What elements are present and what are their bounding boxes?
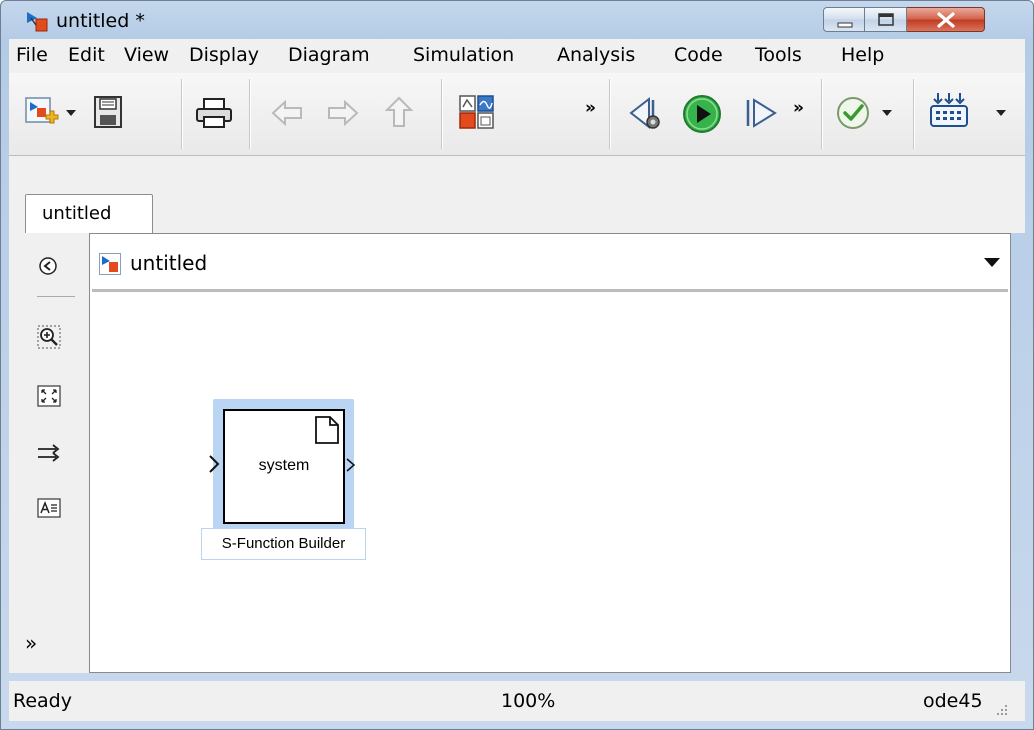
toolbar-overflow-button[interactable]: » [585, 98, 596, 118]
build-dropdown-icon[interactable] [995, 109, 1007, 117]
s-function-builder-block[interactable]: system [223, 409, 345, 524]
maximize-button[interactable] [865, 7, 907, 32]
menu-tools[interactable]: Tools [755, 44, 802, 66]
library-browser-icon[interactable] [459, 95, 495, 129]
chevron-down-icon[interactable] [984, 258, 1000, 268]
toolbar-separator [913, 79, 915, 149]
block-body-text: system [258, 457, 310, 474]
model-advisor-icon[interactable] [835, 95, 871, 131]
toolbar-separator [441, 79, 443, 149]
toolbar-overflow-button-2[interactable]: » [793, 98, 804, 118]
minimize-icon [837, 22, 853, 28]
signal-routing-icon[interactable] [37, 443, 63, 463]
hide-browser-icon[interactable] [37, 255, 59, 277]
status-bar: Ready 100% ode45 [9, 681, 1025, 721]
status-message: Ready [13, 690, 72, 712]
forward-icon[interactable] [327, 99, 359, 127]
simulink-model-icon [99, 253, 121, 275]
block-name: S-Function Builder [221, 535, 346, 552]
print-icon[interactable] [195, 97, 233, 129]
toolbar-separator [609, 79, 611, 149]
step-back-icon[interactable] [627, 95, 669, 133]
resize-grip-icon[interactable] [995, 703, 1009, 717]
fit-to-view-icon[interactable] [37, 385, 61, 407]
solver-name[interactable]: ode45 [923, 690, 983, 712]
menu-analysis[interactable]: Analysis [557, 44, 635, 66]
palette-divider [37, 296, 75, 297]
close-button[interactable] [907, 7, 985, 32]
menu-code[interactable]: Code [674, 44, 723, 66]
menu-file[interactable]: File [16, 44, 48, 66]
model-advisor-dropdown-icon[interactable] [881, 109, 893, 117]
close-icon [937, 12, 955, 28]
menu-simulation[interactable]: Simulation [413, 44, 514, 66]
toolbar-separator [249, 79, 251, 149]
new-model-dropdown-icon[interactable] [65, 109, 77, 117]
model-address-bar[interactable]: untitled [92, 236, 1008, 292]
palette-more-button[interactable]: » [25, 631, 37, 655]
tab-label: untitled [42, 203, 112, 224]
zoom-level: 100% [501, 690, 556, 712]
menu-edit[interactable]: Edit [68, 44, 105, 66]
up-icon[interactable] [385, 96, 413, 128]
zoom-icon[interactable] [37, 325, 61, 349]
left-palette: » [9, 233, 89, 673]
model-path: untitled [130, 251, 208, 275]
build-icon[interactable] [929, 91, 969, 131]
minimize-button[interactable] [823, 7, 865, 32]
menu-display[interactable]: Display [189, 44, 259, 66]
annotation-icon[interactable] [37, 498, 61, 518]
back-icon[interactable] [271, 99, 303, 127]
document-icon [315, 416, 339, 444]
block-name-box[interactable]: S-Function Builder [201, 528, 366, 560]
model-tab-strip: untitled [9, 156, 1025, 234]
toolbar-separator [821, 79, 823, 149]
output-port-icon[interactable] [345, 457, 359, 473]
toolbar-separator [181, 79, 183, 149]
run-icon[interactable] [681, 93, 723, 135]
new-model-icon[interactable] [25, 97, 59, 131]
maximize-icon [878, 13, 894, 26]
save-icon[interactable] [93, 95, 125, 129]
model-window: untitled * File Edit View Display Diagra… [0, 0, 1034, 730]
input-port-icon[interactable] [207, 453, 221, 475]
menu-help[interactable]: Help [841, 44, 884, 66]
toolbar: » » [9, 73, 1025, 156]
menu-view[interactable]: View [124, 44, 169, 66]
tab-untitled[interactable]: untitled [25, 194, 153, 234]
menu-bar: File Edit View Display Diagram Simulatio… [9, 39, 1025, 73]
title-bar[interactable]: untitled * [1, 1, 1033, 39]
window-title: untitled * [56, 10, 145, 32]
step-forward-icon[interactable] [743, 97, 779, 129]
menu-diagram[interactable]: Diagram [288, 44, 370, 66]
simulink-model-icon [27, 12, 48, 32]
